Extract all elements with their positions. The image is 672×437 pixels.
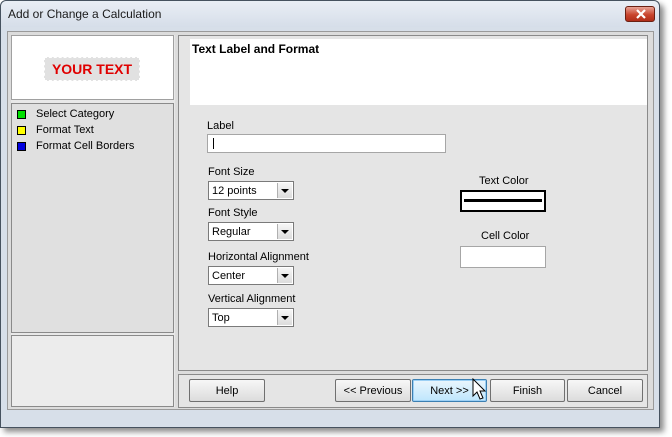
label-field-label: Label	[207, 120, 234, 132]
help-button[interactable]: Help	[189, 379, 265, 402]
dialog-body: YOUR TEXT Select Category Format Text Fo…	[7, 31, 654, 410]
font-size-value: 12 points	[212, 185, 257, 197]
vertical-alignment-label: Vertical Alignment	[208, 293, 296, 305]
vertical-alignment-select[interactable]: Top	[208, 308, 294, 327]
chevron-down-icon[interactable]	[277, 310, 292, 325]
step-label: Format Text	[36, 124, 94, 136]
blue-square-icon	[17, 142, 26, 151]
left-bottom-panel	[11, 335, 174, 407]
text-color-bar	[464, 199, 542, 202]
left-panel: YOUR TEXT Select Category Format Text Fo…	[11, 35, 175, 407]
chevron-down-icon[interactable]	[277, 268, 292, 283]
horizontal-alignment-value: Center	[212, 270, 246, 282]
panel-title: Text Label and Format	[192, 42, 320, 56]
horizontal-alignment-label: Horizontal Alignment	[208, 251, 309, 263]
close-button[interactable]	[625, 6, 655, 22]
finish-button[interactable]: Finish	[490, 379, 565, 402]
text-color-swatch[interactable]	[460, 190, 546, 212]
format-panel: Text Label and Format Label Font Size 12…	[178, 35, 648, 371]
font-style-select[interactable]: Regular	[208, 222, 294, 241]
cell-color-swatch[interactable]	[460, 246, 546, 268]
horizontal-alignment-select[interactable]: Center	[208, 266, 294, 285]
mouse-pointer-icon	[472, 378, 487, 400]
step-list: Select Category Format Text Format Cell …	[11, 103, 174, 333]
text-caret	[213, 138, 214, 149]
close-icon	[636, 9, 646, 19]
font-style-label: Font Style	[208, 207, 258, 219]
font-style-value: Regular	[212, 226, 251, 238]
cancel-button[interactable]: Cancel	[567, 379, 643, 402]
previous-button[interactable]: << Previous	[335, 379, 411, 402]
title-bar: Add or Change a Calculation	[1, 1, 659, 27]
font-size-select[interactable]: 12 points	[208, 181, 294, 200]
preview-text: YOUR TEXT	[44, 57, 140, 81]
window-title: Add or Change a Calculation	[8, 7, 162, 21]
green-square-icon	[17, 110, 26, 119]
font-size-label: Font Size	[208, 166, 255, 178]
step-label: Format Cell Borders	[36, 140, 135, 152]
yellow-square-icon	[17, 126, 26, 135]
chevron-down-icon[interactable]	[277, 183, 292, 198]
chevron-down-icon[interactable]	[277, 224, 292, 239]
cell-color-label: Cell Color	[481, 230, 530, 242]
vertical-alignment-value: Top	[212, 312, 230, 324]
text-color-label: Text Color	[479, 175, 529, 187]
button-bar: Help << Previous Next >> Finish Cancel	[178, 374, 648, 408]
preview-area: YOUR TEXT	[11, 35, 174, 100]
label-input[interactable]	[207, 134, 446, 153]
step-label: Select Category	[36, 108, 115, 120]
dialog-window: Add or Change a Calculation YOUR TEXT Se…	[0, 0, 660, 428]
panel-header: Text Label and Format	[190, 39, 647, 105]
